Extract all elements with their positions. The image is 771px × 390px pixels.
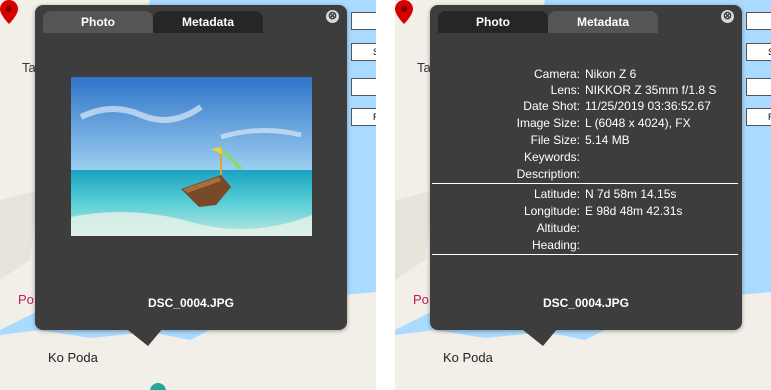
- map-label-ta: Ta: [22, 60, 36, 75]
- map-pin-icon[interactable]: [0, 0, 18, 24]
- photo-filename: DSC_0004.JPG: [542, 296, 630, 310]
- map-label-po: Po: [413, 292, 429, 307]
- metadata-row-altitude: Altitude:: [536, 221, 580, 235]
- info-popup: Photo Metadata ⊗ DSC_0004.JPG: [35, 5, 347, 330]
- metadata-row-lens: Lens: NIKKOR Z 35mm f/1.8 S: [550, 83, 717, 97]
- map-panel-right[interactable]: Ta Po Ko Poda S R Photo Metadata ⊗ Camer…: [395, 0, 771, 390]
- metadata-row-camera: Camera: Nikon Z 6: [533, 67, 637, 81]
- metadata-row-longitude: Longitude: E 98d 48m 42.31s: [523, 204, 683, 218]
- map-side-button[interactable]: [746, 78, 771, 96]
- close-icon[interactable]: ⊗: [326, 10, 339, 23]
- map-side-button[interactable]: [351, 78, 376, 96]
- map-panel-left[interactable]: Ta Po Ko Poda S R Photo Metadata ⊗: [0, 0, 376, 390]
- map-side-button[interactable]: [746, 12, 771, 30]
- close-icon[interactable]: ⊗: [721, 10, 734, 23]
- metadata-row-heading: Heading:: [531, 238, 580, 252]
- popup-tail: [513, 322, 563, 346]
- metadata-row-keywords: Keywords:: [523, 150, 580, 164]
- metadata-row-description: Description:: [516, 167, 580, 181]
- metadata-divider: [432, 183, 738, 184]
- photo-thumbnail: [71, 77, 312, 236]
- photo-filename: DSC_0004.JPG: [147, 296, 235, 310]
- popup-tail: [118, 322, 168, 346]
- map-side-button[interactable]: S: [351, 43, 376, 61]
- map-side-button[interactable]: [351, 12, 376, 30]
- tab-metadata[interactable]: Metadata: [153, 11, 263, 33]
- tab-metadata[interactable]: Metadata: [548, 11, 658, 33]
- map-pin-icon[interactable]: [395, 0, 413, 24]
- info-popup: Photo Metadata ⊗ Camera: Nikon Z 6 Lens:…: [430, 5, 742, 330]
- map-side-button[interactable]: R: [746, 108, 771, 126]
- metadata-divider: [432, 254, 738, 255]
- tab-photo[interactable]: Photo: [438, 11, 548, 33]
- map-label-po: Po: [18, 292, 34, 307]
- metadata-row-date-shot: Date Shot: 11/25/2019 03:36:52.67: [523, 99, 711, 113]
- map-side-button[interactable]: R: [351, 108, 376, 126]
- metadata-row-file-size: File Size: 5.14 MB: [530, 133, 630, 147]
- map-label-ko-poda: Ko Poda: [443, 350, 493, 365]
- metadata-row-image-size: Image Size: L (6048 x 4024), FX: [516, 116, 691, 130]
- map-label-ko-poda: Ko Poda: [48, 350, 98, 365]
- map-side-button[interactable]: S: [746, 43, 771, 61]
- metadata-row-latitude: Latitude: N 7d 58m 14.15s: [533, 187, 677, 201]
- tab-photo[interactable]: Photo: [43, 11, 153, 33]
- map-label-ta: Ta: [417, 60, 431, 75]
